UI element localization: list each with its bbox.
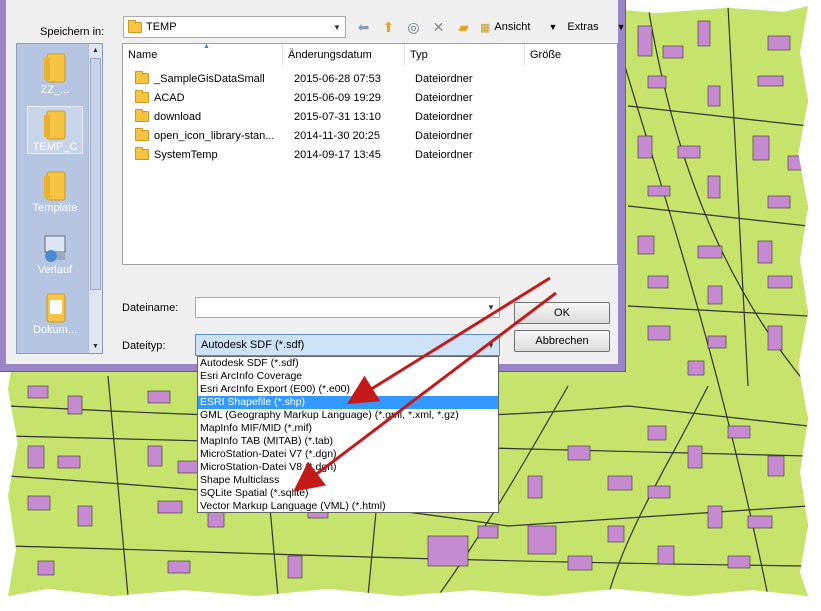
dialog-toolbar: ⬅ ⬆ ◎ ✕ ▰ ▦ Ansicht ▼ Extras ▼ [351, 16, 632, 38]
cancel-button[interactable]: Abbrechen [514, 330, 610, 352]
scroll-up-icon[interactable]: ▲ [89, 44, 102, 57]
file-type: Dateiordner [415, 92, 473, 104]
file-type: Dateiordner [415, 73, 473, 85]
filetype-select[interactable]: Autodesk SDF (*.sdf) ▼ [195, 334, 500, 356]
filetype-option[interactable]: Autodesk SDF (*.sdf) [198, 357, 498, 370]
up-folder-icon[interactable]: ⬆ [376, 16, 401, 38]
place-history[interactable]: Verlauf [27, 230, 83, 276]
look-in-label: Speichern in: [40, 26, 105, 38]
filetype-option-selected[interactable]: ESRI Shapefile (*.shp) [198, 396, 498, 409]
extras-dropdown-icon[interactable]: ▼ [603, 22, 632, 32]
place-label: ZZ_... [40, 84, 70, 96]
column-header-type[interactable]: Typ [405, 44, 525, 66]
folder-icon [41, 50, 69, 84]
scroll-thumb[interactable] [90, 58, 101, 290]
file-row[interactable]: SystemTemp 2014-09-17 13:45 Dateiordner [123, 146, 603, 165]
file-date: 2015-07-31 13:10 [294, 111, 381, 123]
view-icon: ▦ [480, 21, 491, 34]
dialog-body: Speichern in: TEMP ▼ ⬅ ⬆ ◎ ✕ ▰ ▦ Ansicht… [6, 0, 626, 364]
scroll-down-icon[interactable]: ▼ [89, 340, 102, 353]
filetype-option[interactable]: Vector Markup Language (VML) (*.html) [198, 500, 498, 513]
chevron-down-icon[interactable]: ▼ [483, 298, 499, 317]
view-dropdown-icon[interactable]: ▼ [534, 22, 563, 32]
filetype-option[interactable]: Esri ArcInfo Coverage [198, 370, 498, 383]
filetype-option[interactable]: MicroStation-Datei V7 (*.dgn) [198, 448, 498, 461]
filetype-label: Dateityp: [122, 340, 166, 352]
filetype-option[interactable]: MapInfo TAB (MITAB) (*.tab) [198, 435, 498, 448]
file-date: 2014-11-30 20:25 [294, 130, 381, 142]
places-scrollbar[interactable]: ▲ ▼ [88, 44, 102, 353]
place-documents[interactable]: Dokum... [27, 290, 83, 336]
file-name: SystemTemp [154, 149, 218, 161]
file-type: Dateiordner [415, 111, 473, 123]
folder-icon [135, 109, 149, 122]
places-bar: ZZ_... TEMP_C Template Verlauf Dokum... … [16, 43, 103, 354]
view-menu-button[interactable]: ▦ Ansicht [476, 16, 534, 38]
chevron-down-icon[interactable]: ▼ [483, 335, 499, 355]
file-type: Dateiordner [415, 149, 473, 161]
filename-label: Dateiname: [122, 302, 179, 314]
history-icon [41, 230, 69, 264]
folder-icon [135, 128, 149, 141]
column-header-size[interactable]: Größe [525, 44, 615, 66]
ok-button[interactable]: OK [514, 302, 610, 324]
filetype-dropdown-list: Autodesk SDF (*.sdf) Esri ArcInfo Covera… [197, 356, 499, 513]
folder-icon [41, 107, 69, 141]
file-row[interactable]: ACAD 2015-06-09 19:29 Dateiordner [123, 89, 603, 108]
filetype-value: Autodesk SDF (*.sdf) [201, 339, 305, 351]
column-label: Typ [410, 49, 428, 61]
place-label: Verlauf [37, 264, 73, 276]
place-label: Dokum... [32, 324, 77, 336]
search-web-icon[interactable]: ◎ [401, 16, 426, 38]
file-row[interactable]: download 2015-07-31 13:10 Dateiordner [123, 108, 603, 127]
folder-icon [41, 168, 69, 202]
filetype-option[interactable]: MicroStation-Datei V8 (*.dgn) [198, 461, 498, 474]
save-dialog: Speichern in: TEMP ▼ ⬅ ⬆ ◎ ✕ ▰ ▦ Ansicht… [0, 0, 626, 372]
file-name: open_icon_library-stan... [154, 130, 275, 142]
filetype-option[interactable]: Esri ArcInfo Export (E00) (*.e00) [198, 383, 498, 396]
filetype-option[interactable]: MapInfo MIF/MID (*.mif) [198, 422, 498, 435]
filetype-option[interactable]: Shape Multiclass [198, 474, 498, 487]
documents-icon [41, 290, 69, 324]
folder-icon [135, 90, 149, 103]
file-date: 2015-06-28 07:53 [294, 73, 381, 85]
column-header-name[interactable]: ▲ Name [123, 43, 283, 66]
column-label: Name [128, 49, 158, 61]
filename-input[interactable]: ▼ [195, 297, 500, 318]
filetype-option[interactable]: GML (Geography Markup Language) (*.gml, … [198, 409, 498, 422]
file-type: Dateiordner [415, 130, 473, 142]
extras-label: Extras [567, 21, 599, 33]
place-temp-c[interactable]: TEMP_C [27, 106, 83, 154]
filetype-option[interactable]: SQLite Spatial (*.sqlite) [198, 487, 498, 500]
column-header-date[interactable]: Änderungsdatum [283, 44, 405, 66]
file-name: _SampleGisDataSmall [154, 73, 265, 85]
look-in-combo[interactable]: TEMP ▼ [123, 16, 346, 38]
delete-icon[interactable]: ✕ [426, 16, 451, 38]
new-folder-icon[interactable]: ▰ [451, 16, 476, 38]
file-name: ACAD [154, 92, 185, 104]
chevron-down-icon[interactable]: ▼ [329, 17, 345, 37]
extras-menu-button[interactable]: Extras [563, 16, 602, 38]
sort-ascending-icon: ▲ [203, 43, 210, 50]
look-in-value: TEMP [146, 21, 177, 33]
folder-icon [128, 19, 142, 33]
file-list: ▲ Name Änderungsdatum Typ Größe _SampleG… [122, 43, 618, 265]
column-label: Größe [530, 49, 562, 61]
folder-icon [135, 147, 149, 160]
file-date: 2014-09-17 13:45 [294, 149, 381, 161]
view-label: Ansicht [494, 21, 531, 33]
place-label: TEMP_C [32, 141, 78, 153]
place-template[interactable]: Template [27, 168, 83, 214]
place-label: Template [32, 202, 78, 214]
folder-icon [135, 71, 149, 84]
back-arrow-icon[interactable]: ⬅ [351, 16, 376, 38]
column-label: Änderungsdatum [288, 49, 372, 61]
file-name: download [154, 111, 202, 123]
file-row[interactable]: _SampleGisDataSmall 2015-06-28 07:53 Dat… [123, 70, 603, 89]
file-row[interactable]: open_icon_library-stan... 2014-11-30 20:… [123, 127, 603, 146]
place-zz[interactable]: ZZ_... [27, 50, 83, 96]
file-date: 2015-06-09 19:29 [294, 92, 381, 104]
